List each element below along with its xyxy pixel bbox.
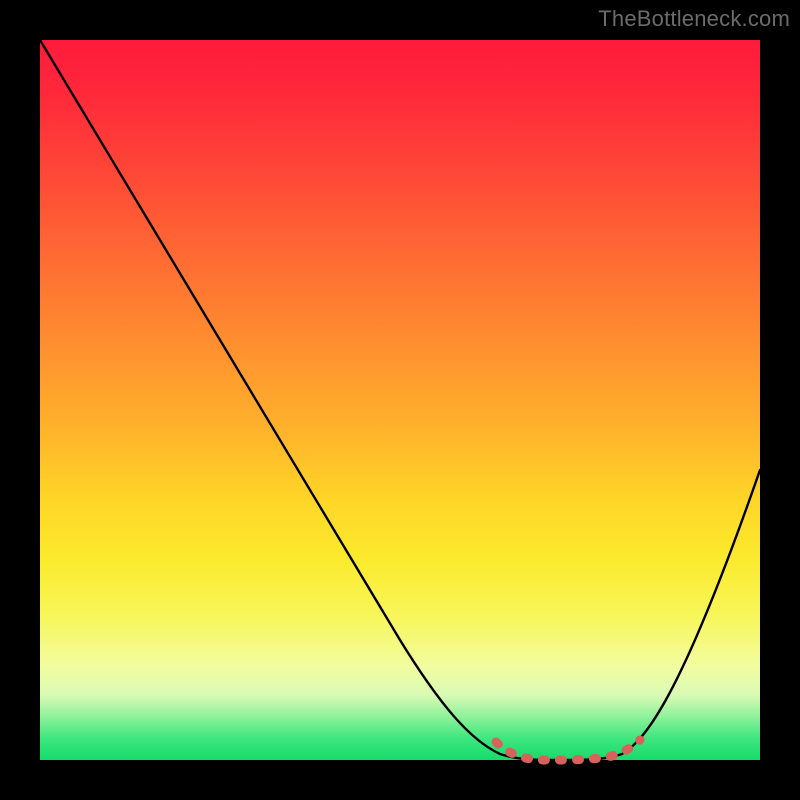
watermark-text: TheBottleneck.com — [598, 6, 790, 32]
curve-layer — [40, 40, 760, 760]
bottleneck-curve — [40, 40, 760, 760]
plot-area — [40, 40, 760, 760]
chart-frame: TheBottleneck.com — [0, 0, 800, 800]
